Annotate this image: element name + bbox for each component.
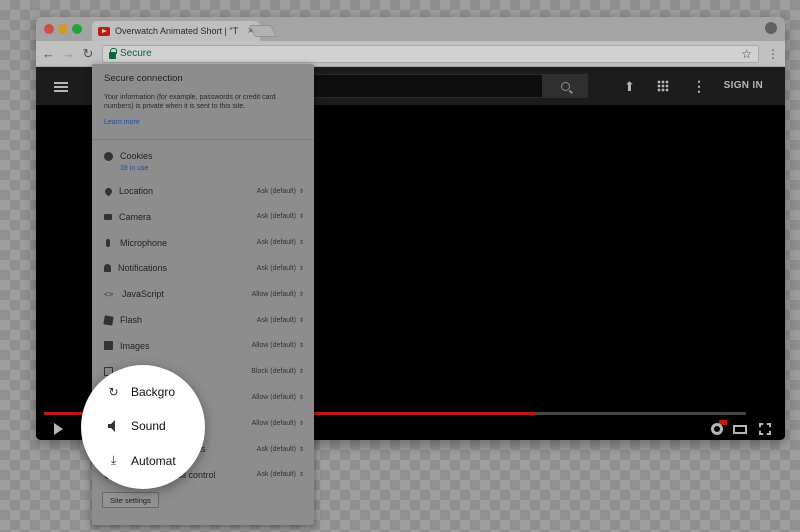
minimize-window-button[interactable] <box>58 24 68 34</box>
select-caret-icon: ⇕ <box>298 240 304 247</box>
permission-value-select[interactable]: Allow (default) <box>252 420 296 427</box>
hamburger-menu-icon[interactable] <box>54 82 68 92</box>
select-caret-icon: ⇕ <box>298 394 304 401</box>
divider <box>92 139 314 140</box>
more-options-icon[interactable]: ⋮ <box>692 78 706 95</box>
theater-mode-icon[interactable] <box>733 425 747 434</box>
search-icon <box>560 81 570 91</box>
magnifier-callout: ↻ Backgro Sound ⤓ Automat <box>81 365 205 489</box>
upload-icon[interactable]: ⬆ <box>624 79 635 95</box>
sign-in-button[interactable]: SIGN IN <box>724 80 763 91</box>
site-settings-button[interactable]: Site settings <box>102 492 159 508</box>
location-icon <box>103 186 114 196</box>
permission-row[interactable]: Camera Ask (default) ⇕ <box>104 209 304 225</box>
permission-label: Cookies <box>120 151 153 161</box>
learn-more-link[interactable]: Learn more <box>104 119 140 126</box>
permission-value-select[interactable]: Ask (default) <box>257 265 296 272</box>
tab-bar: Overwatch Animated Short | "T × <box>36 17 785 41</box>
select-caret-icon: ⇕ <box>298 214 304 221</box>
profile-icon[interactable] <box>765 22 777 34</box>
select-caret-icon: ⇕ <box>298 317 304 324</box>
puzzle-icon <box>103 314 114 326</box>
notifications-icon <box>104 264 111 273</box>
permission-label: Camera <box>119 211 152 222</box>
select-caret-icon: ⇕ <box>298 265 304 272</box>
popup-description: Your information (for example, passwords… <box>104 94 276 110</box>
select-caret-icon: ⇕ <box>298 420 304 427</box>
forward-button[interactable]: → <box>62 46 75 61</box>
bookmark-star-icon[interactable]: ☆ <box>741 47 752 61</box>
select-caret-icon: ⇕ <box>298 446 304 453</box>
magnified-label: Sound <box>131 419 166 433</box>
permission-row[interactable]: Notifications Ask (default) ⇕ <box>104 260 304 276</box>
permission-value-select[interactable]: Allow (default) <box>252 394 296 401</box>
permission-value-select[interactable]: Allow (default) <box>252 342 296 349</box>
cookies-icon <box>104 151 113 161</box>
fullscreen-icon[interactable] <box>759 423 771 435</box>
select-caret-icon: ⇕ <box>298 369 304 376</box>
camera-icon <box>104 213 112 220</box>
magnified-label: Backgro <box>131 385 176 399</box>
permission-row[interactable]: Flash Ask (default) ⇕ <box>103 312 304 328</box>
reload-button[interactable]: ↻ <box>82 46 94 62</box>
select-caret-icon: ⇕ <box>298 472 304 479</box>
microphone-icon <box>106 238 110 247</box>
permission-label: Flash <box>120 315 143 325</box>
permission-label: Location <box>119 186 154 196</box>
permission-row[interactable]: <> JavaScript Allow (default) ⇕ <box>104 286 304 302</box>
permission-label: JavaScript <box>122 289 165 300</box>
address-bar[interactable]: Secure ☆ <box>102 44 759 63</box>
permission-label: Images <box>120 340 150 351</box>
close-window-button[interactable] <box>44 24 54 34</box>
permission-value-select[interactable]: Allow (default) <box>252 291 296 298</box>
permission-value-select[interactable]: Ask (default) <box>257 471 296 478</box>
permission-value-select[interactable]: Ask (default) <box>257 188 296 195</box>
settings-gear-icon[interactable] <box>711 423 723 435</box>
permission-value-select[interactable]: Block (default) <box>251 368 296 375</box>
lock-icon <box>109 47 117 59</box>
secure-chip[interactable]: Secure <box>109 47 152 59</box>
sound-icon <box>107 420 120 432</box>
tab-title: Overwatch Animated Short | "T <box>115 26 239 36</box>
apps-grid-icon[interactable] <box>657 80 669 92</box>
tab-youtube[interactable]: Overwatch Animated Short | "T × <box>92 21 260 41</box>
permission-value-select[interactable]: Ask (default) <box>257 446 296 453</box>
permission-row[interactable]: Images Allow (default) ⇕ <box>104 338 304 354</box>
sync-icon: ↻ <box>108 385 119 399</box>
permission-label: Notifications <box>118 263 168 274</box>
magnified-row-background-sync: ↻ Backgro <box>107 385 175 399</box>
youtube-favicon-icon <box>98 26 110 36</box>
secure-label: Secure <box>120 48 152 59</box>
magnified-label: Automat <box>131 453 176 468</box>
permission-label: Microphone <box>120 237 168 248</box>
search-button[interactable] <box>542 74 588 98</box>
magnified-row-automatic-downloads: ⤓ Automat <box>107 453 176 468</box>
permission-value-select[interactable]: Ask (default) <box>257 239 296 246</box>
download-icon: ⤓ <box>110 453 117 467</box>
browser-menu-icon[interactable]: ⋮ <box>767 47 779 61</box>
code-icon: <> <box>104 289 114 299</box>
permission-value-select[interactable]: Ask (default) <box>257 317 296 324</box>
magnified-row-sound: Sound <box>107 419 166 433</box>
play-icon[interactable] <box>54 423 63 435</box>
back-button[interactable]: ← <box>42 46 55 61</box>
zoom-window-button[interactable] <box>72 24 82 34</box>
select-caret-icon: ⇕ <box>298 291 304 298</box>
image-icon <box>104 341 113 351</box>
cookies-in-use-link[interactable]: 18 in use <box>120 165 148 172</box>
select-caret-icon: ⇕ <box>298 343 304 350</box>
new-tab-button[interactable] <box>249 25 277 37</box>
select-caret-icon: ⇕ <box>298 188 304 195</box>
permission-row-cookies[interactable]: Cookies <box>104 148 304 164</box>
popup-title: Secure connection <box>104 73 183 84</box>
permission-row[interactable]: Microphone Ask (default) ⇕ <box>104 235 304 251</box>
permission-row[interactable]: Location Ask (default) ⇕ <box>103 183 304 199</box>
permission-value-select[interactable]: Ask (default) <box>257 213 296 220</box>
